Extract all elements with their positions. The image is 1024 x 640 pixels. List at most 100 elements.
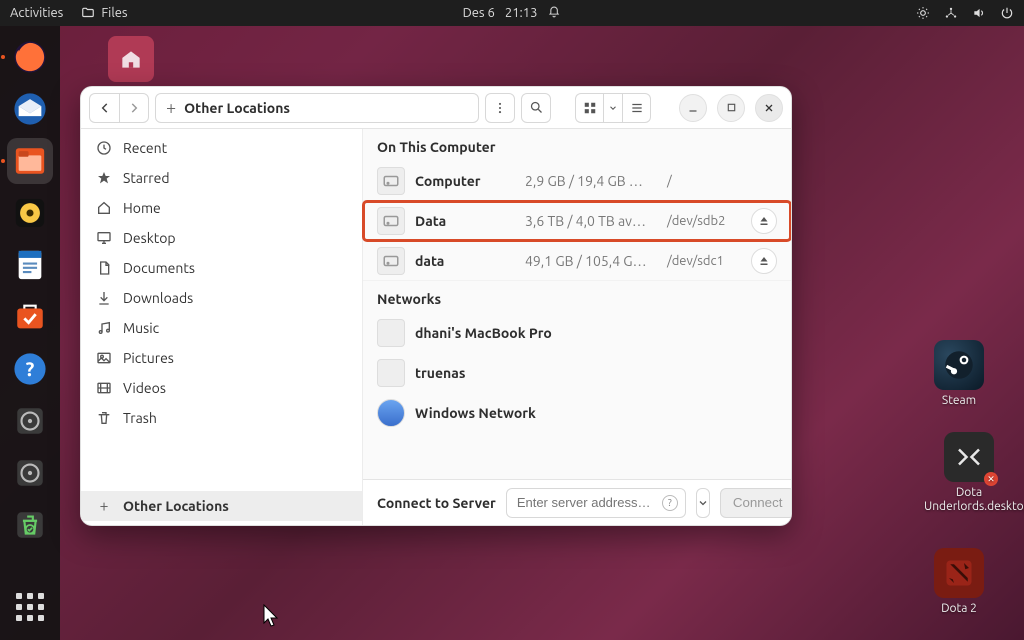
star-icon bbox=[95, 169, 113, 187]
computer-icon bbox=[377, 319, 405, 347]
sidebar-item-videos[interactable]: Videos bbox=[81, 373, 362, 403]
dock-firefox[interactable] bbox=[7, 34, 53, 80]
globe-icon bbox=[377, 399, 405, 427]
dock-software[interactable] bbox=[7, 294, 53, 340]
sidebar-item-downloads[interactable]: Downloads bbox=[81, 283, 362, 313]
panel-app-label: Files bbox=[101, 6, 127, 20]
network-name: dhani's MacBook Pro bbox=[415, 325, 552, 341]
desktop-icon-steam[interactable]: Steam bbox=[914, 340, 1004, 407]
dock-trash[interactable] bbox=[7, 502, 53, 548]
search-button[interactable] bbox=[521, 93, 551, 123]
dock-writer[interactable] bbox=[7, 242, 53, 288]
maximize-button[interactable] bbox=[717, 94, 745, 122]
dock-files[interactable] bbox=[7, 138, 53, 184]
pictures-icon bbox=[95, 349, 113, 367]
drive-row-data-small[interactable]: data 49,1 GB / 105,4 GB available /dev/s… bbox=[363, 241, 791, 281]
dock-disk-2[interactable] bbox=[7, 450, 53, 496]
dock-help[interactable]: ? bbox=[7, 346, 53, 392]
panel-time: 21:13 bbox=[505, 6, 538, 20]
connect-footer: Connect to Server ? Connect bbox=[363, 479, 791, 525]
svg-text:?: ? bbox=[26, 358, 35, 380]
sidebar-item-documents[interactable]: Documents bbox=[81, 253, 362, 283]
eject-button[interactable] bbox=[751, 208, 777, 234]
clock-icon bbox=[95, 139, 113, 157]
panel-date: Des 6 bbox=[463, 6, 495, 20]
minimize-button[interactable] bbox=[679, 94, 707, 122]
bell-icon bbox=[547, 6, 561, 20]
music-icon bbox=[95, 319, 113, 337]
folder-icon bbox=[81, 6, 95, 20]
sidebar-item-desktop[interactable]: Desktop bbox=[81, 223, 362, 253]
network-name: truenas bbox=[415, 365, 465, 381]
network-icon[interactable] bbox=[944, 6, 958, 20]
section-title-computer: On This Computer bbox=[363, 129, 791, 161]
sidebar-item-label: Pictures bbox=[123, 350, 174, 366]
download-icon bbox=[95, 289, 113, 307]
dock-thunderbird[interactable] bbox=[7, 86, 53, 132]
icon-view-button[interactable] bbox=[575, 93, 603, 123]
panel-clock[interactable]: Des 6 21:13 bbox=[463, 6, 562, 20]
sidebar-item-label: Music bbox=[123, 320, 159, 336]
back-button[interactable] bbox=[89, 93, 119, 123]
sidebar-item-pictures[interactable]: Pictures bbox=[81, 343, 362, 373]
server-address-input[interactable] bbox=[506, 488, 686, 518]
eject-button[interactable] bbox=[751, 248, 777, 274]
desktop-icon-label: Dota Underlords.desktop bbox=[924, 486, 1014, 514]
home-icon bbox=[95, 199, 113, 217]
drive-icon bbox=[377, 167, 405, 195]
panel-app-menu[interactable]: Files bbox=[81, 6, 127, 20]
menu-button[interactable] bbox=[485, 93, 515, 123]
dock: ? bbox=[0, 26, 60, 640]
sidebar-item-recent[interactable]: Recent bbox=[81, 133, 362, 163]
drive-row-computer[interactable]: Computer 2,9 GB / 19,4 GB available / bbox=[363, 161, 791, 201]
volume-icon[interactable] bbox=[972, 6, 986, 20]
show-applications-button[interactable] bbox=[7, 584, 53, 630]
desktop-icon-label: Steam bbox=[914, 394, 1004, 407]
network-row-truenas[interactable]: truenas bbox=[363, 353, 791, 393]
drive-name: Data bbox=[415, 213, 515, 229]
sidebar-item-label: Recent bbox=[123, 140, 167, 156]
network-row-macbook[interactable]: dhani's MacBook Pro bbox=[363, 313, 791, 353]
list-view-button[interactable] bbox=[623, 93, 651, 123]
forward-button[interactable] bbox=[119, 93, 149, 123]
sidebar-item-trash[interactable]: Trash bbox=[81, 403, 362, 433]
sidebar-item-home[interactable]: Home bbox=[81, 193, 362, 223]
top-panel: Activities Files Des 6 21:13 bbox=[0, 0, 1024, 26]
network-row-windows[interactable]: Windows Network bbox=[363, 393, 791, 433]
activities-button[interactable]: Activities bbox=[10, 6, 63, 20]
sidebar-item-starred[interactable]: Starred bbox=[81, 163, 362, 193]
desktop-icon bbox=[95, 229, 113, 247]
network-name: Windows Network bbox=[415, 405, 536, 421]
sidebar: Recent Starred Home Desktop Documents Do… bbox=[81, 129, 363, 525]
dock-rhythmbox[interactable] bbox=[7, 190, 53, 236]
desktop-home-folder[interactable] bbox=[90, 36, 172, 86]
sidebar-item-music[interactable]: Music bbox=[81, 313, 362, 343]
sidebar-item-label: Videos bbox=[123, 380, 166, 396]
drive-icon bbox=[377, 207, 405, 235]
section-title-networks: Networks bbox=[363, 281, 791, 313]
drive-path: / bbox=[667, 174, 741, 188]
close-button[interactable] bbox=[755, 94, 783, 122]
drive-space: 3,6 TB / 4,0 TB available bbox=[525, 213, 657, 229]
location-bar[interactable]: + Other Locations bbox=[155, 93, 479, 123]
main-content: On This Computer Computer 2,9 GB / 19,4 … bbox=[363, 129, 791, 525]
computer-icon bbox=[377, 359, 405, 387]
power-icon[interactable] bbox=[1000, 6, 1014, 20]
drive-icon bbox=[377, 247, 405, 275]
desktop-icon-dota2[interactable]: Dota 2 bbox=[914, 548, 1004, 615]
view-options-button[interactable] bbox=[603, 93, 623, 123]
toolbar: + Other Locations bbox=[81, 87, 791, 129]
error-badge-icon: ✕ bbox=[984, 472, 998, 486]
brightness-icon[interactable] bbox=[916, 6, 930, 20]
address-history-button[interactable] bbox=[696, 488, 710, 518]
sidebar-item-label: Desktop bbox=[123, 230, 176, 246]
sidebar-item-other-locations[interactable]: +Other Locations bbox=[81, 491, 362, 521]
desktop-icon-underlords[interactable]: ✕ Dota Underlords.desktop bbox=[924, 432, 1014, 514]
sidebar-item-label: Documents bbox=[123, 260, 195, 276]
documents-icon bbox=[95, 259, 113, 277]
drive-row-data-big[interactable]: Data 3,6 TB / 4,0 TB available /dev/sdb2 bbox=[363, 201, 791, 241]
connect-button[interactable]: Connect bbox=[720, 488, 792, 518]
help-icon[interactable]: ? bbox=[662, 495, 678, 511]
dock-disk-1[interactable] bbox=[7, 398, 53, 444]
drive-space: 2,9 GB / 19,4 GB available bbox=[525, 173, 657, 189]
